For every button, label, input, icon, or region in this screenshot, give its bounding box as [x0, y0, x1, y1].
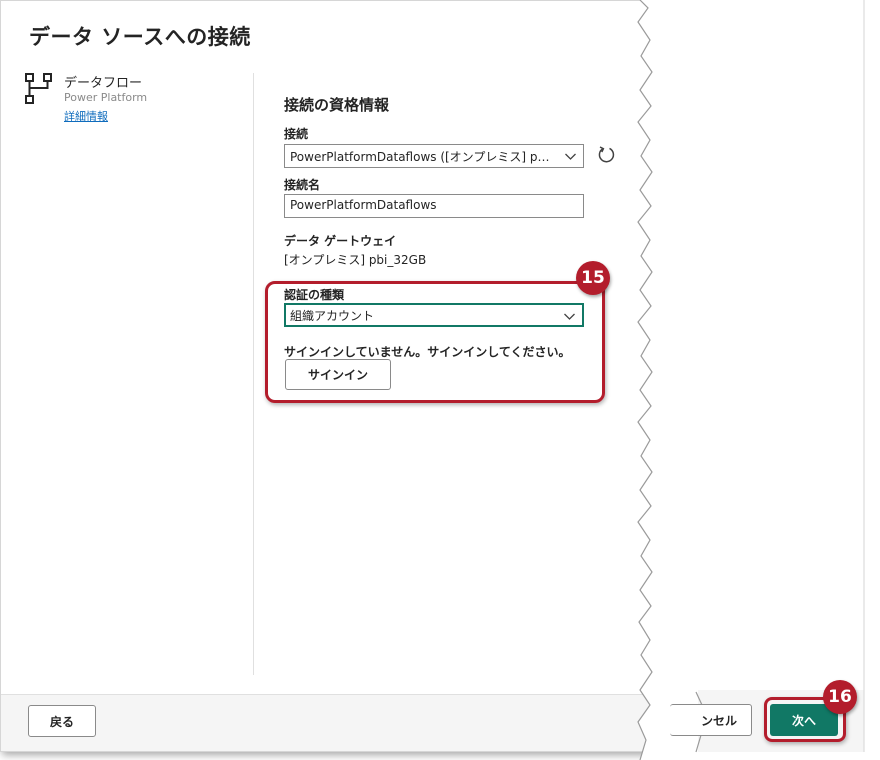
back-button[interactable]: 戻る [28, 705, 96, 737]
auth-type-dropdown[interactable]: 組織アカウント [284, 303, 584, 327]
gateway-value: [オンプレミス] pbi_32GB [284, 253, 427, 267]
pane-divider [253, 73, 254, 675]
chevron-down-icon [565, 153, 576, 160]
connect-data-source-dialog: データ ソースへの接続 データフロー Power Platform 詳細情報 接… [0, 0, 864, 752]
chevron-down-icon [564, 313, 575, 320]
step-badge-15: 15 [576, 261, 610, 295]
dialog-title: データ ソースへの接続 [29, 25, 251, 49]
connection-name-label: 接続名 [284, 178, 321, 192]
connection-name-input[interactable]: PowerPlatformDataflows [284, 194, 584, 218]
cancel-button-visible[interactable]: ンセル [670, 704, 752, 736]
connection-dropdown[interactable]: PowerPlatformDataflows ([オンプレミス] pbi_32G… [284, 144, 584, 168]
step-badge-16: 16 [823, 680, 857, 714]
auth-type-value: 組織アカウント [290, 309, 375, 323]
signin-status-message: サインインしていません。サインインしてください。 [284, 345, 571, 359]
connection-label: 接続 [284, 127, 309, 141]
refresh-icon[interactable] [595, 144, 617, 166]
connection-value: PowerPlatformDataflows ([オンプレミス] pbi_32G… [290, 150, 584, 164]
source-provider: Power Platform [64, 91, 148, 104]
signin-button[interactable]: サインイン [285, 359, 391, 390]
source-name: データフロー [64, 76, 143, 91]
credentials-section-title: 接続の資格情報 [284, 96, 390, 114]
gateway-label: データ ゲートウェイ [284, 234, 397, 248]
learn-more-link[interactable]: 詳細情報 [64, 108, 108, 124]
auth-type-label: 認証の種類 [284, 288, 345, 302]
dataflow-icon [25, 73, 52, 104]
